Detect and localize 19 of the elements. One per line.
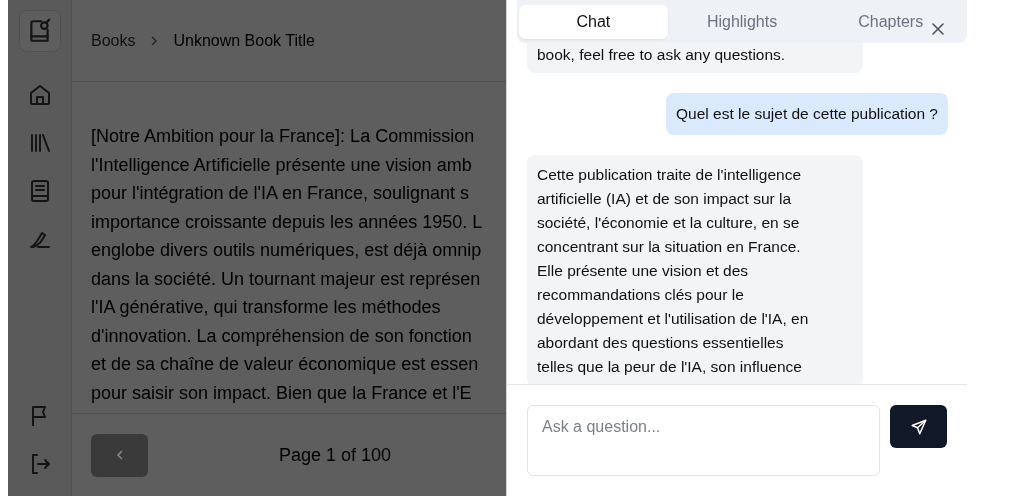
question-field[interactable]: Ask a question... [527, 405, 880, 476]
logo-icon[interactable] [18, 10, 61, 52]
home-icon[interactable] [27, 83, 52, 107]
tab[interactable]: Chat [519, 4, 668, 39]
tab[interactable]: Chapters [816, 4, 965, 39]
send-button[interactable] [890, 405, 947, 448]
send-icon [909, 417, 928, 436]
assistant-message: book, feel free to ask any questions. [527, 43, 863, 73]
assistant-message: Cette publication traite de l'intelligence artificielle (IA) et de son impact sur la société, l'économie et la culture, en se concentrant sur la situation en France. Elle présente une vision et des recommandations clés pour le développement et l'utilisation de l'IA, en abordant des questions essentielles telles que la peur de l'IA, son influence [527, 155, 863, 384]
book-text: [Notre Ambition pour la France]: La Commission l'Intelligence Artificielle présente une vision amb pour l'intégration de l'IA en France, soulignant s importance croissante depuis les années 1950. L englobe divers outils numériques, est déjà omnip dans la société. Un tournant majeur est représen l'IA générative, qui transforme les méthodes d'innovation. La compréhension de son fonction et de sa chaîne de valeur économique est essen pour saisir son impact. Bien que la France et l'E [91, 125, 484, 405]
chevron-left-icon [114, 448, 125, 462]
previous-page-button[interactable] [91, 433, 148, 477]
page-indicator: Page 1 of 100 [279, 444, 392, 466]
close-icon[interactable] [931, 22, 945, 36]
user-message: Quel est le sujet de cette publication ? [666, 93, 948, 135]
breadcrumb-link[interactable]: Books [91, 31, 136, 50]
chevron-icon [149, 34, 160, 47]
breadcrumb-current: Unknown Book Title [173, 31, 315, 50]
tab[interactable]: Highlights [667, 4, 817, 39]
